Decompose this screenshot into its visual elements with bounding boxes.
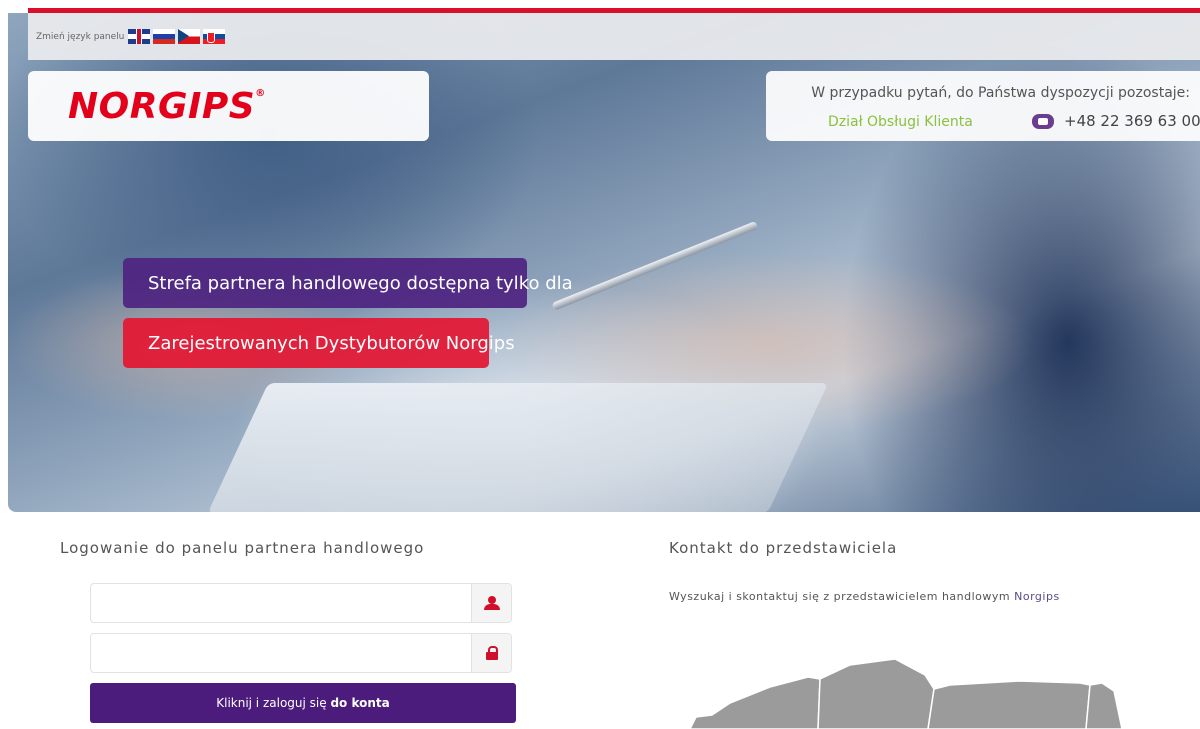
- cz-flag-icon[interactable]: [178, 29, 201, 44]
- ru-flag-icon[interactable]: [153, 29, 176, 44]
- map-region-podlaskie: [1085, 682, 1123, 729]
- contact-rep-title: Kontakt do przedstawiciela: [669, 539, 898, 557]
- hero-badge-partner-zone: Strefa partnera handlowego dostępna tylk…: [123, 258, 573, 308]
- password-input[interactable]: [91, 634, 471, 672]
- language-label: Zmień język panelu: [36, 31, 125, 42]
- customer-service-link[interactable]: Dział Obsługi Klienta: [828, 114, 973, 130]
- password-addon: [471, 634, 511, 672]
- language-bar: Zmień język panelu: [28, 13, 1200, 60]
- contact-rep-subtitle: Wyszukaj i skontaktuj się z przedstawici…: [669, 590, 1060, 603]
- hero-tablet-image: [207, 383, 829, 512]
- sk-flag-icon[interactable]: [203, 29, 226, 44]
- contact-question: W przypadku pytań, do Państwa dyspozycji…: [811, 85, 1190, 101]
- username-field: [90, 583, 512, 623]
- user-icon: [483, 596, 500, 610]
- username-input[interactable]: [91, 584, 471, 622]
- phone-icon: [1032, 114, 1054, 129]
- map-region-west: [690, 676, 821, 729]
- contact-phone[interactable]: +48 22 369 63 00: [1064, 112, 1200, 130]
- poland-map[interactable]: [690, 645, 1140, 729]
- lock-icon: [485, 646, 498, 660]
- hero-badge-distributors: Zarejestrowanych Dystybutorów Norgips: [123, 318, 515, 368]
- contact-box: W przypadku pytań, do Państwa dyspozycji…: [766, 71, 1200, 141]
- hero-pen-image: [551, 220, 759, 311]
- map-region-pomorskie: [817, 658, 935, 729]
- password-field: [90, 633, 512, 673]
- map-region-warminsko-mazurskie: [927, 680, 1091, 729]
- logo-box: NORGIPS®: [28, 71, 429, 141]
- gb-flag-icon[interactable]: [128, 29, 151, 44]
- login-section-title: Logowanie do panelu partnera handlowego: [60, 539, 425, 557]
- username-addon: [471, 584, 511, 622]
- norgips-logo[interactable]: NORGIPS®: [68, 86, 266, 127]
- login-button[interactable]: Kliknij i zaloguj się do konta: [90, 683, 516, 723]
